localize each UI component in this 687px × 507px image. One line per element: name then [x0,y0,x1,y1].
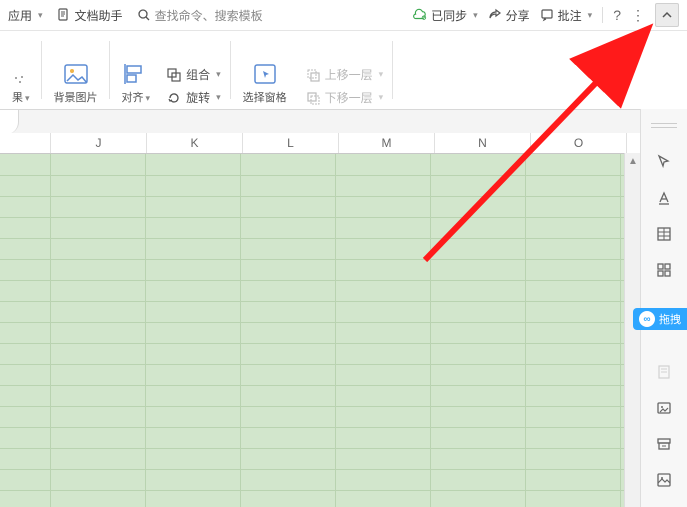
move-down-button[interactable]: 下移一层▾ [303,88,386,107]
share-icon [488,8,502,22]
column-headers: J K L M N O [0,133,641,154]
table-tool-button[interactable] [652,222,676,246]
combine-button[interactable]: 组合▾ [164,65,223,84]
vertical-scrollbar[interactable]: ▲ [624,153,641,507]
rotate-button[interactable]: 旋转▾ [164,88,223,107]
ribbon: 果▾ 背景图片 对齐▾ 组合▾ [0,31,687,110]
apply-label: 应用 [8,7,32,24]
title-bar: 应用 ▾ 文档助手 查找命令、搜索模板 已同步 ▾ [0,0,687,31]
apps-tool-button[interactable] [652,258,676,282]
share-label: 分享 [506,7,530,24]
link-icon: ∞ [639,311,655,327]
divider [602,7,603,23]
annotate-button[interactable]: 批注 ▾ [540,7,593,24]
layer-up-icon [305,67,321,83]
help-button[interactable]: ? [613,7,621,23]
sparkle-icon [12,73,26,87]
scroll-up-icon[interactable]: ▲ [625,153,641,169]
chevron-down-icon: ▾ [38,10,43,21]
col-header[interactable]: O [531,133,627,153]
image-tool-button[interactable] [652,468,676,492]
apply-menu[interactable]: 应用 ▾ [8,7,43,24]
search-box[interactable]: 查找命令、搜索模板 [137,7,263,24]
doc-helper-label: 文档助手 [75,7,123,24]
drag-tab[interactable]: ∞ 拖拽 [633,308,687,330]
doc-helper[interactable]: 文档助手 [57,7,123,24]
col-header[interactable]: L [243,133,339,153]
chevron-down-icon: ▾ [588,10,593,21]
image-icon [63,61,89,87]
search-placeholder: 查找命令、搜索模板 [155,7,263,24]
chevron-up-icon [661,9,673,21]
select-pane-button[interactable]: 选择窗格 [239,59,291,107]
result-button[interactable]: 果▾ [8,71,34,107]
drag-tab-label: 拖拽 [659,311,681,327]
drag-handle-icon[interactable] [651,123,677,128]
gallery-tool-button[interactable] [652,396,676,420]
col-header[interactable]: J [51,133,147,153]
doc-helper-icon [57,8,71,22]
more-button[interactable]: ⋮ [631,7,645,24]
cloud-sync-icon [413,8,427,22]
annotate-icon [540,8,554,22]
search-icon [137,8,151,22]
align-button[interactable]: 对齐▾ [118,59,155,107]
col-header[interactable]: N [435,133,531,153]
chevron-down-icon: ▾ [473,10,478,21]
bg-image-button[interactable]: 背景图片 [50,59,102,107]
sync-label: 已同步 [431,7,467,24]
rotate-icon [166,90,182,106]
cursor-tool-button[interactable] [652,150,676,174]
combine-icon [166,67,182,83]
sync-status[interactable]: 已同步 ▾ [413,7,478,24]
select-pane-icon [252,61,278,87]
collapse-ribbon-button[interactable] [655,3,679,27]
align-icon [123,61,149,87]
annotate-label: 批注 [558,7,582,24]
layer-down-icon [305,90,321,106]
format-tool-button[interactable] [652,186,676,210]
move-up-button[interactable]: 上移一层▾ [303,65,386,84]
formula-bar-strip [0,110,687,135]
spreadsheet-grid[interactable]: J K L M N O [0,133,641,507]
archive-tool-button[interactable] [652,432,676,456]
history-tool-button[interactable] [652,360,676,384]
share-button[interactable]: 分享 [488,7,530,24]
col-header[interactable]: M [339,133,435,153]
col-header[interactable]: K [147,133,243,153]
cells-area[interactable] [0,154,641,507]
sheet-tab-curve [0,110,19,134]
